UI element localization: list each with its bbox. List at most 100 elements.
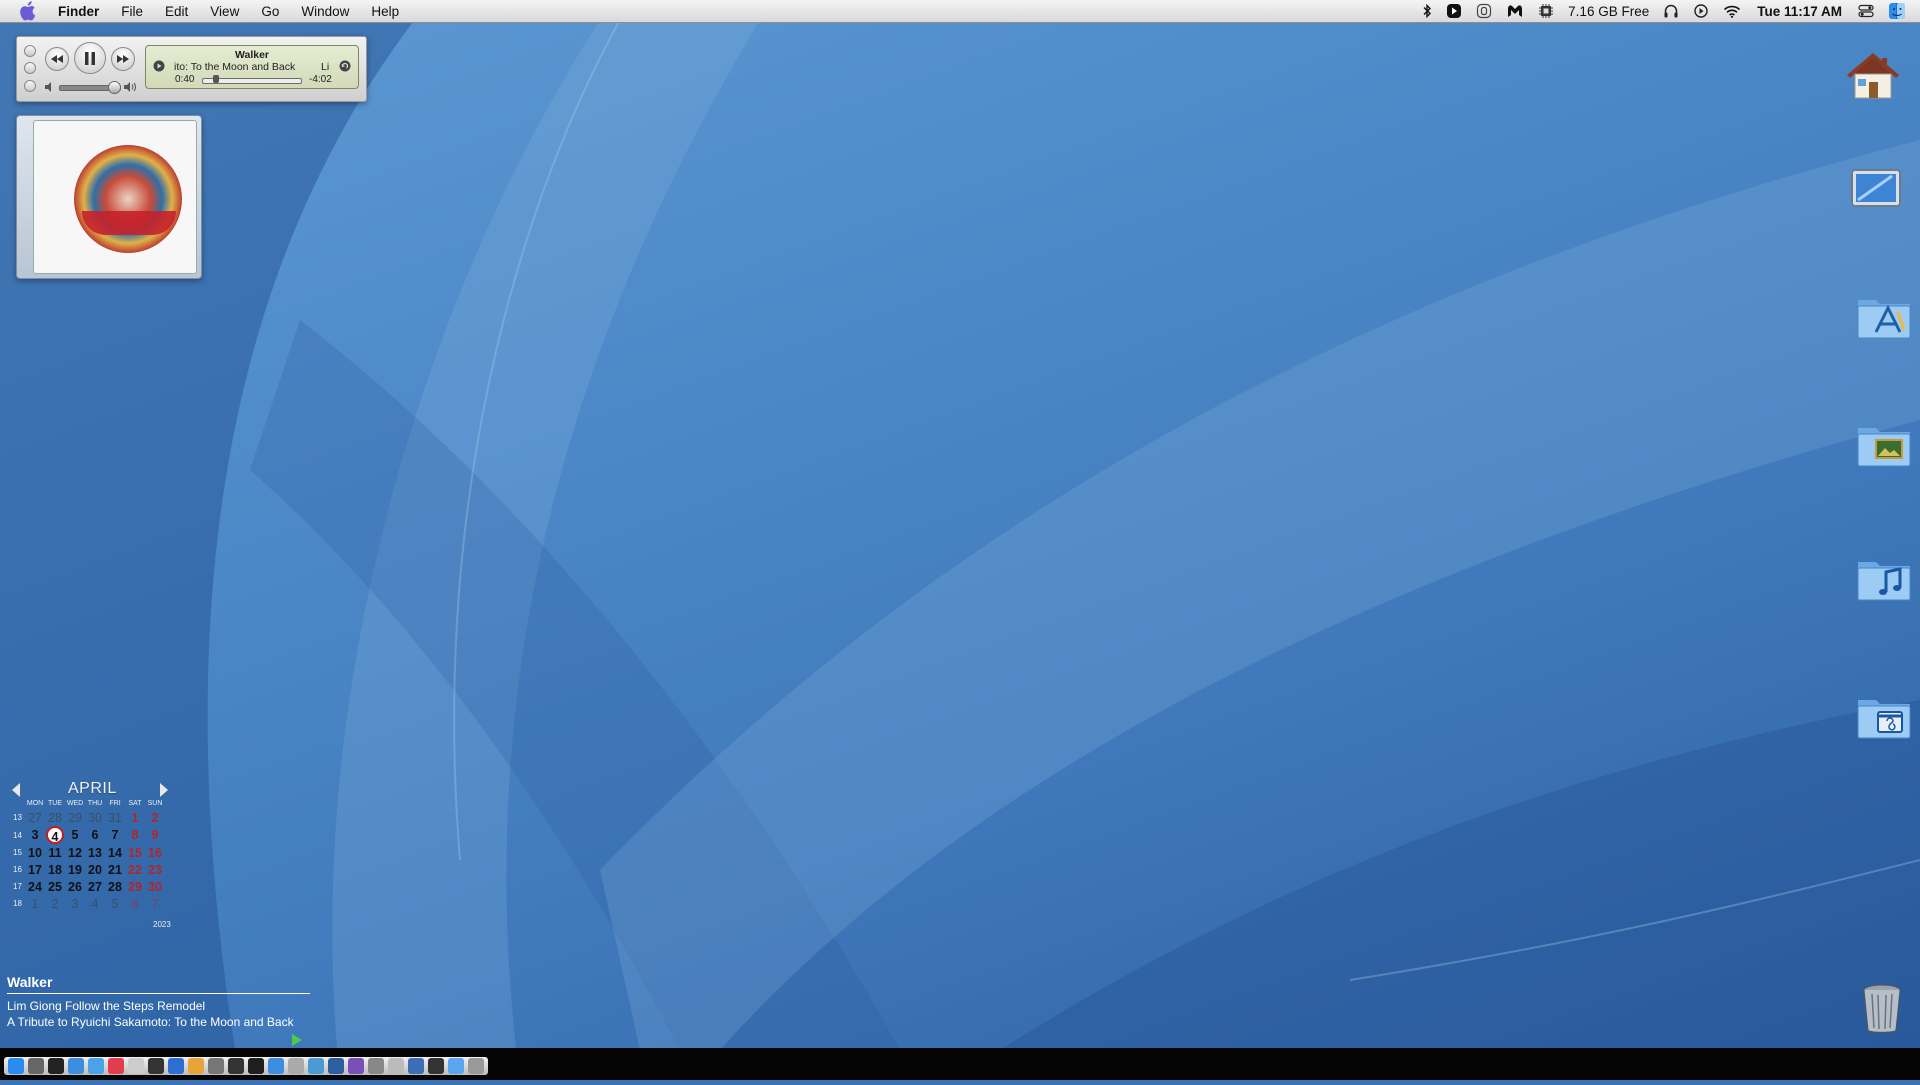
- memory-chip-icon[interactable]: [1538, 3, 1554, 19]
- dashboard-app-icon[interactable]: [408, 1058, 424, 1074]
- previous-month-button[interactable]: [12, 783, 20, 797]
- calendar-day[interactable]: 8: [125, 826, 145, 844]
- apple-menu-icon[interactable]: [16, 0, 38, 22]
- calendar-day[interactable]: 25: [45, 878, 65, 895]
- calendar-day[interactable]: 28: [45, 809, 65, 826]
- pause-button[interactable]: [74, 42, 106, 74]
- now-playing-play-icon[interactable]: [292, 1034, 302, 1046]
- script-editor-app-icon[interactable]: [128, 1058, 144, 1074]
- malwarebytes-icon[interactable]: [1506, 3, 1524, 19]
- volume-app-icon[interactable]: [28, 1058, 44, 1074]
- music-folder-icon[interactable]: [1854, 548, 1914, 608]
- calendar-day[interactable]: 6: [125, 895, 145, 912]
- safari-app-icon[interactable]: [268, 1058, 284, 1074]
- progress-knob[interactable]: [212, 75, 219, 83]
- calendar-day[interactable]: 14: [105, 844, 125, 861]
- lcd-play-icon[interactable]: [153, 60, 165, 72]
- photo-app-icon[interactable]: [308, 1058, 324, 1074]
- movies-folder-icon[interactable]: [1854, 686, 1914, 746]
- menu-view[interactable]: View: [210, 4, 239, 19]
- notes-app-icon[interactable]: [188, 1058, 204, 1074]
- browser-app-icon[interactable]: [88, 1058, 104, 1074]
- calendar-day[interactable]: 5: [105, 895, 125, 912]
- disk-app-icon[interactable]: [368, 1058, 384, 1074]
- screen-app-icon[interactable]: [328, 1058, 344, 1074]
- dock-end-icon[interactable]: [468, 1058, 484, 1074]
- calendar-day[interactable]: 27: [25, 809, 45, 826]
- timer-icon[interactable]: [1476, 3, 1492, 19]
- control-center-icon[interactable]: [1858, 4, 1874, 18]
- dot-app-icon[interactable]: [388, 1058, 404, 1074]
- calendar-day[interactable]: 26: [65, 878, 85, 895]
- applications-folder-icon[interactable]: [1854, 286, 1914, 346]
- close-button[interactable]: [24, 45, 36, 57]
- clock-app-icon[interactable]: [148, 1058, 164, 1074]
- calendar-day[interactable]: 29: [65, 809, 85, 826]
- calendar-day[interactable]: 16: [145, 844, 165, 861]
- calendar-day[interactable]: 30: [85, 809, 105, 826]
- calendar-day[interactable]: 3: [65, 895, 85, 912]
- trash-icon[interactable]: [1852, 978, 1912, 1038]
- activity-app-icon[interactable]: [248, 1058, 264, 1074]
- disk-free-label[interactable]: 7.16 GB Free: [1568, 4, 1649, 19]
- calendar-day[interactable]: 5: [65, 826, 85, 844]
- calendar-day[interactable]: 18: [45, 861, 65, 878]
- finder-face-app-icon[interactable]: [448, 1058, 464, 1074]
- calendar-day[interactable]: 9: [145, 826, 165, 844]
- terminal-app-icon[interactable]: [48, 1058, 64, 1074]
- calendar-day[interactable]: 4: [85, 895, 105, 912]
- calendar-day[interactable]: 28: [105, 878, 125, 895]
- calculator-app-icon[interactable]: [228, 1058, 244, 1074]
- calendar-day[interactable]: 1: [125, 809, 145, 826]
- mail-app-icon[interactable]: [68, 1058, 84, 1074]
- zoom-button[interactable]: [24, 80, 36, 92]
- calendar-day[interactable]: 30: [145, 878, 165, 895]
- calendar-day[interactable]: 6: [85, 826, 105, 844]
- finder-app-icon[interactable]: [8, 1058, 24, 1074]
- media-play-icon[interactable]: [1693, 3, 1709, 19]
- calendar-day[interactable]: 17: [25, 861, 45, 878]
- volume-knob[interactable]: [108, 81, 121, 94]
- home-icon[interactable]: [1843, 44, 1903, 104]
- bluetooth-icon[interactable]: [1422, 4, 1432, 18]
- menu-window[interactable]: Window: [301, 4, 349, 19]
- next-track-button[interactable]: [111, 47, 135, 71]
- menu-finder[interactable]: Finder: [58, 4, 99, 19]
- album-art-widget[interactable]: [16, 115, 202, 279]
- previous-track-button[interactable]: [45, 47, 69, 71]
- play-circle-icon[interactable]: [1446, 3, 1462, 19]
- menu-edit[interactable]: Edit: [165, 4, 188, 19]
- menu-help[interactable]: Help: [371, 4, 399, 19]
- settings-app-icon[interactable]: [208, 1058, 224, 1074]
- minimize-button[interactable]: [24, 62, 36, 74]
- calendar-day[interactable]: 7: [145, 895, 165, 912]
- preview-app-icon[interactable]: [288, 1058, 304, 1074]
- calendar-day[interactable]: 20: [85, 861, 105, 878]
- pictures-folder-icon[interactable]: [1854, 414, 1914, 474]
- calendar-day[interactable]: 27: [85, 878, 105, 895]
- finder-face-icon[interactable]: [1888, 2, 1906, 20]
- calendar-day[interactable]: 2: [45, 895, 65, 912]
- calendar-day[interactable]: 21: [105, 861, 125, 878]
- headphones-icon[interactable]: [1663, 3, 1679, 19]
- display-icon[interactable]: [1846, 160, 1906, 220]
- calendar-day[interactable]: 11: [45, 844, 65, 861]
- editor-app-icon[interactable]: [168, 1058, 184, 1074]
- calendar-day[interactable]: 12: [65, 844, 85, 861]
- calendar-day[interactable]: 3: [25, 826, 45, 844]
- next-month-button[interactable]: [160, 783, 168, 797]
- calendar-day[interactable]: 19: [65, 861, 85, 878]
- itunes-app-icon[interactable]: [108, 1058, 124, 1074]
- calendar-day[interactable]: 1: [25, 895, 45, 912]
- wifi-icon[interactable]: [1723, 4, 1741, 18]
- menu-file[interactable]: File: [121, 4, 143, 19]
- calendar-day[interactable]: 13: [85, 844, 105, 861]
- calendar-day-today[interactable]: 4: [45, 826, 65, 844]
- now-playing-display[interactable]: Walker ito: To the Moon and Back Li 0:40…: [145, 45, 359, 89]
- calendar-day[interactable]: 7: [105, 826, 125, 844]
- calendar-day[interactable]: 15: [125, 844, 145, 861]
- time-app-icon[interactable]: [428, 1058, 444, 1074]
- calendar-day[interactable]: 10: [25, 844, 45, 861]
- media-app-icon[interactable]: [348, 1058, 364, 1074]
- lcd-snapback-icon[interactable]: [339, 60, 351, 72]
